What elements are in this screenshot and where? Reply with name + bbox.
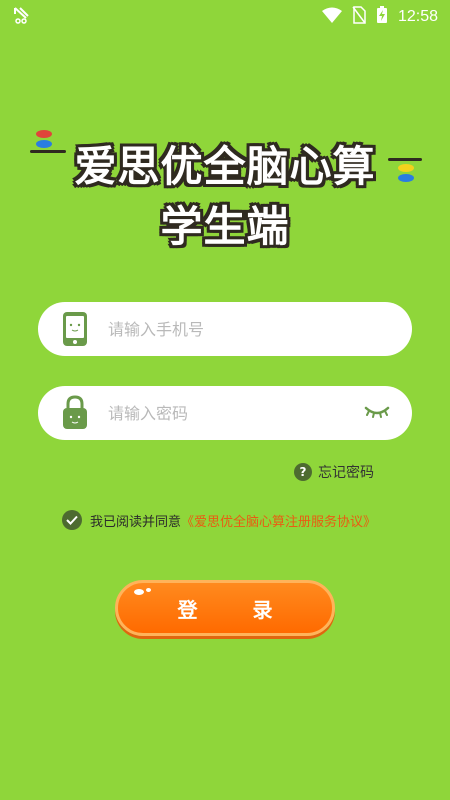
phone-input[interactable] <box>108 319 348 339</box>
password-field[interactable] <box>38 386 412 440</box>
login-button-label: 登 录 <box>177 597 297 622</box>
agreement-row: 我已阅读并同意 《爱思优全脑心算注册服务协议》 <box>62 510 376 530</box>
forgot-password-label: 忘记密码 <box>318 465 374 481</box>
no-sim-icon <box>352 6 366 28</box>
agreement-text: 我已阅读并同意 <box>90 514 182 530</box>
phone-icon <box>60 309 90 349</box>
app-title: 爱思优全脑心算 学生端 <box>0 118 450 251</box>
login-button[interactable]: 登 录 <box>115 580 335 636</box>
button-shine-small <box>146 588 151 592</box>
check-icon <box>66 515 78 525</box>
status-time: 12:58 <box>397 8 438 25</box>
wifi-icon <box>321 7 342 27</box>
status-bar: 12:58 <box>0 0 450 32</box>
eye-closed-icon[interactable] <box>364 404 390 423</box>
title-line-2: 学生端 <box>160 202 290 251</box>
title-line-1: 爱思优全脑心算 <box>74 142 376 191</box>
phone-field[interactable] <box>38 302 412 356</box>
wind-vane-icon <box>12 6 32 28</box>
agreement-checkbox[interactable] <box>62 510 82 530</box>
forgot-password-link[interactable]: ? 忘记密码 <box>294 462 374 482</box>
question-icon: ? <box>294 463 312 481</box>
button-shine <box>134 589 144 595</box>
agreement-link[interactable]: 《爱思优全脑心算注册服务协议》 <box>181 511 376 530</box>
battery-charging-icon <box>376 6 388 28</box>
password-input[interactable] <box>108 403 348 423</box>
lock-icon <box>60 393 90 433</box>
